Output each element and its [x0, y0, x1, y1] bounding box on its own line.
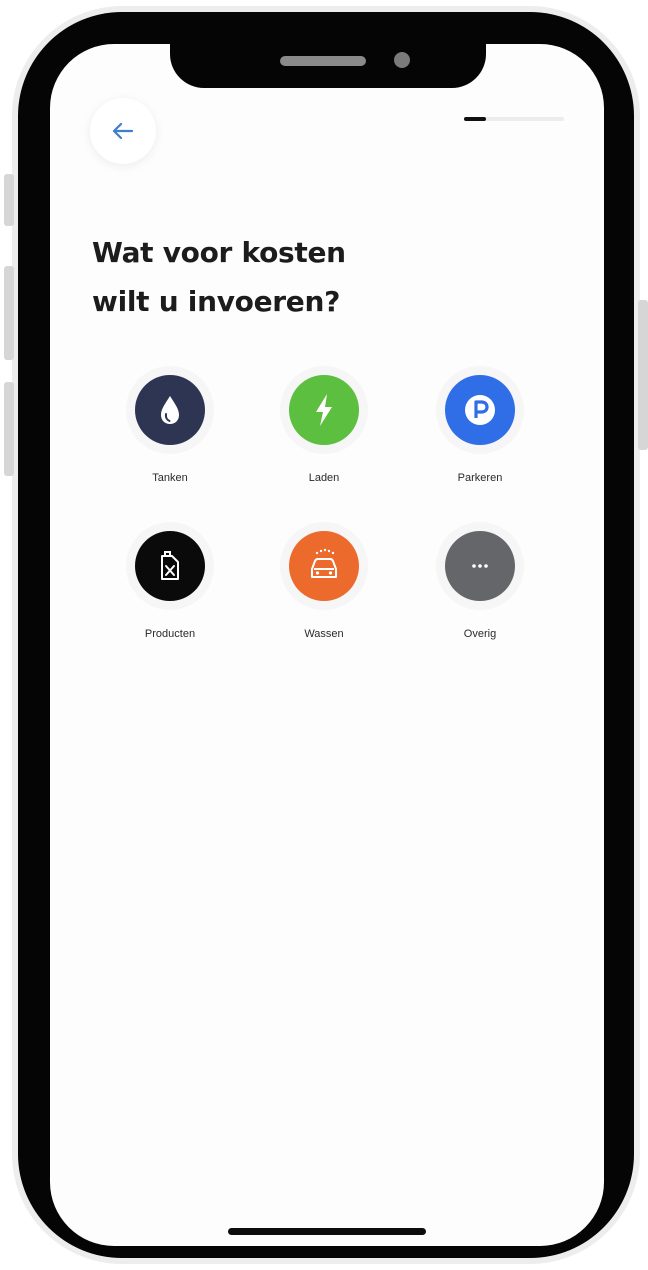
category-wassen[interactable]: Wassen: [256, 522, 386, 650]
fuel-drop-icon: [161, 396, 179, 424]
category-laden[interactable]: Laden: [256, 366, 386, 494]
more-icon: [472, 564, 488, 568]
category-label: Wassen: [304, 628, 344, 640]
category-parkeren[interactable]: Parkeren: [412, 366, 542, 494]
volume-down-button: [4, 382, 14, 476]
page-title: Wat voor kosten wilt u invoeren?: [92, 228, 512, 326]
category-overig[interactable]: Overig: [412, 522, 542, 650]
category-circle: [445, 375, 515, 445]
front-camera: [394, 52, 410, 68]
phone-notch: [170, 40, 486, 88]
home-indicator: [228, 1228, 426, 1235]
category-label: Laden: [308, 472, 340, 484]
category-producten[interactable]: Producten: [102, 522, 232, 650]
category-halo: [126, 366, 214, 454]
jerrycan-icon: [161, 551, 179, 580]
category-tanken[interactable]: Tanken: [102, 366, 232, 494]
parking-icon: [465, 395, 495, 425]
category-circle: [289, 531, 359, 601]
category-halo: [280, 522, 368, 610]
category-halo: [436, 522, 524, 610]
category-circle: [289, 375, 359, 445]
category-circle: [135, 375, 205, 445]
back-button[interactable]: [90, 98, 156, 164]
category-halo: [436, 366, 524, 454]
page-title-line-2: wilt u invoeren?: [92, 285, 341, 318]
step-progress-fill: [464, 117, 486, 121]
category-label: Overig: [463, 628, 497, 640]
category-halo: [280, 366, 368, 454]
category-label: Tanken: [152, 472, 188, 484]
category-circle: [445, 531, 515, 601]
category-halo: [126, 522, 214, 610]
lightning-icon: [316, 394, 332, 426]
category-label: Producten: [144, 628, 196, 640]
mute-switch: [4, 174, 14, 226]
power-button: [638, 300, 648, 450]
category-circle: [135, 531, 205, 601]
arrow-left-icon: [112, 122, 134, 140]
page-title-line-1: Wat voor kosten: [92, 236, 346, 269]
app-screen: Wat voor kosten wilt u invoeren? Tanken …: [50, 44, 604, 1246]
car-wash-icon: [311, 548, 337, 578]
category-label: Parkeren: [457, 472, 503, 484]
speaker-grille: [280, 56, 366, 66]
volume-up-button: [4, 266, 14, 360]
step-progress-bar: [464, 117, 564, 121]
